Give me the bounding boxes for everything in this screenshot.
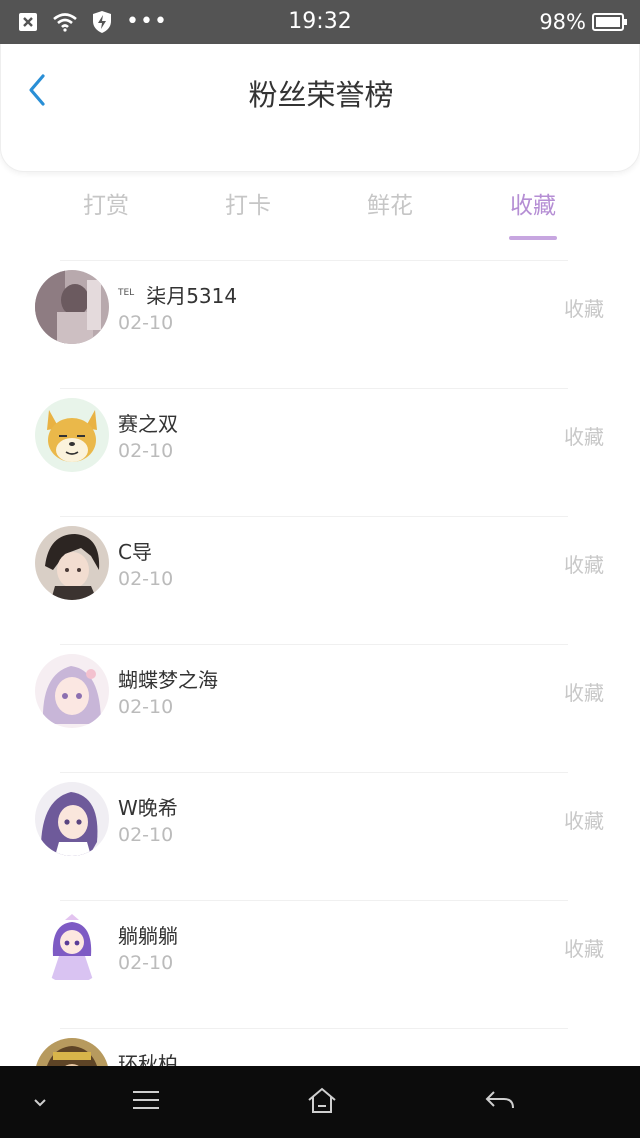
fan-name: C导 <box>118 540 152 564</box>
fan-name: 蝴蝶梦之海 <box>118 668 218 692</box>
divider <box>60 260 568 261</box>
tab-label: 打赏 <box>83 193 129 219</box>
divider <box>60 516 568 517</box>
nav-menu-button[interactable] <box>128 1084 164 1120</box>
tab-favorites[interactable]: 收藏 <box>483 186 583 240</box>
fan-date: 02-10 <box>118 952 174 974</box>
fan-name-text: 柒月5314 <box>146 284 238 308</box>
fan-date: 02-10 <box>118 696 174 718</box>
tab-reward[interactable]: 打赏 <box>56 186 156 240</box>
page-title: 粉丝荣誉榜 <box>248 78 394 112</box>
fan-date: 02-10 <box>118 312 174 334</box>
list-item[interactable]: W晚希 02-10 收藏 <box>0 772 640 900</box>
list-item[interactable]: C导 02-10 收藏 <box>0 516 640 644</box>
nav-collapse-button[interactable] <box>28 1084 52 1120</box>
shiba-dog-avatar-icon <box>35 398 109 472</box>
fan-date: 02-10 <box>118 824 174 846</box>
home-icon <box>306 1086 338 1118</box>
action-label: 收藏 <box>564 809 604 833</box>
header-bar: 粉丝荣誉榜 <box>0 44 640 172</box>
divider <box>60 644 568 645</box>
anime-boy-avatar-icon <box>35 526 109 600</box>
status-icons-right: 98% <box>539 0 628 44</box>
chibi-princess-avatar-icon <box>35 910 109 984</box>
fan-date: 02-10 <box>118 440 174 462</box>
tab-label: 鲜花 <box>367 193 413 219</box>
chevron-down-icon <box>33 1093 47 1112</box>
list-item[interactable]: TEL 柒月5314 02-10 收藏 <box>0 260 640 388</box>
fan-name: TEL 柒月5314 <box>118 280 237 309</box>
list-item[interactable]: 蝴蝶梦之海 02-10 收藏 <box>0 644 640 772</box>
tab-flowers[interactable]: 鲜花 <box>340 186 440 240</box>
tab-label: 打卡 <box>225 193 271 219</box>
divider <box>60 388 568 389</box>
tel-prefix: TEL <box>118 288 135 299</box>
tab-label: 收藏 <box>510 193 556 219</box>
action-label: 收藏 <box>564 937 604 961</box>
anime-girl-avatar-icon <box>35 654 109 728</box>
battery-icon <box>592 12 628 32</box>
battery-percent: 98% <box>539 10 586 34</box>
fan-list: TEL 柒月5314 02-10 收藏 赛之双 02-10 收藏 C导 02-10… <box>0 260 640 1138</box>
status-bar: ••• 19:32 98% <box>0 0 640 44</box>
tab-bar: 打赏 打卡 鲜花 收藏 <box>0 186 640 242</box>
divider <box>60 900 568 901</box>
menu-icon <box>131 1089 161 1115</box>
list-item[interactable]: 躺躺躺 02-10 收藏 <box>0 900 640 1028</box>
back-arrow-icon <box>484 1088 516 1116</box>
tab-checkin[interactable]: 打卡 <box>198 186 298 240</box>
action-label: 收藏 <box>564 297 604 321</box>
action-label: 收藏 <box>564 681 604 705</box>
list-item[interactable]: 赛之双 02-10 收藏 <box>0 388 640 516</box>
photo-avatar-icon <box>35 270 109 344</box>
nav-home-button[interactable] <box>302 1084 342 1120</box>
fan-name: 赛之双 <box>118 412 178 436</box>
fan-name: W晚希 <box>118 796 178 820</box>
fan-name: 躺躺躺 <box>118 924 178 948</box>
action-label: 收藏 <box>564 553 604 577</box>
active-tab-indicator <box>509 236 557 240</box>
system-nav-bar <box>0 1066 640 1138</box>
fan-date: 02-10 <box>118 568 174 590</box>
divider <box>60 1028 568 1029</box>
anime-girl-purple-avatar-icon <box>35 782 109 856</box>
nav-back-button[interactable] <box>480 1084 520 1120</box>
action-label: 收藏 <box>564 425 604 449</box>
divider <box>60 772 568 773</box>
